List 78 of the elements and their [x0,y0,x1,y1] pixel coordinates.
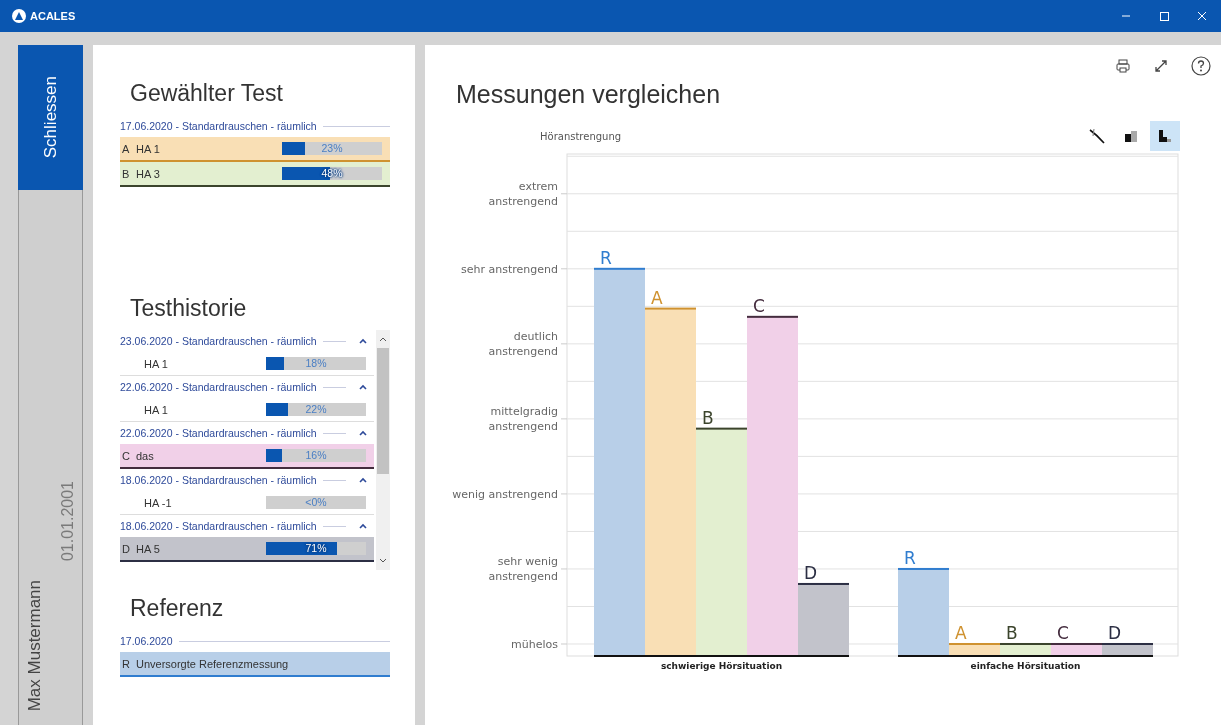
chevron-icon[interactable] [358,522,368,530]
group-header: 18.06.2020 - Standardrauschen - räumlich [120,520,317,532]
section-heading: Testhistorie [130,294,247,323]
list-row[interactable]: HA -1 <0% [120,491,374,515]
bar-label: C [1057,623,1069,643]
scroll-down-icon[interactable] [379,558,387,564]
side-tab[interactable]: Schliessen [18,45,83,190]
logo-icon [12,9,26,23]
bar-label: D [1108,623,1122,643]
birth-date: 01.01.2001 [58,480,77,561]
line-chart-icon [1088,127,1106,145]
axis-tick-label: sehr wenig anstrengend [488,555,558,584]
section-heading: Referenz [130,594,224,623]
list-row[interactable]: HA 1 18% [120,352,374,376]
axis-tick-label: mühelos [511,638,558,651]
expand-icon[interactable] [1153,58,1169,74]
row-name: HA 1 [143,403,169,416]
app-title: ACALES [30,10,76,22]
group-header: 17.06.2020 [120,635,173,647]
percent-label: <0% [304,496,328,509]
bar-label: C [753,295,765,316]
percent-label: 23% [320,142,344,155]
maximize-icon[interactable] [1158,10,1170,22]
list-row[interactable]: C das 16% [120,444,374,469]
chevron-icon[interactable] [358,337,368,345]
row-letter: C [122,449,131,462]
section-heading: Gewählter Test [130,79,283,108]
chevron-icon[interactable] [358,383,368,391]
bar-label: R [600,247,612,268]
scroll-up-icon[interactable] [379,336,387,342]
axis-title: Höranstrengung [540,130,623,142]
side-tab[interactable]: Max Mustermann 01.01.2001 [18,190,83,725]
row-name: HA 1 [136,142,161,155]
scrollbar-thumb[interactable] [377,348,389,474]
group-header: 17.06.2020 - Standardrauschen - räumlich [120,120,317,132]
percent-label: 22% [304,403,328,416]
list-row[interactable]: A HA 1 23% [120,137,390,162]
percent-label: 18% [304,357,328,370]
axis-tick-label: mittelgradig anstrengend [488,405,558,434]
row-name: HA 3 [136,167,161,180]
list-row[interactable]: D HA 5 71% [120,537,374,562]
category-label: schwierige Hörsituation [660,661,783,671]
row-name: HA -1 [143,496,173,509]
group-header: 18.06.2020 - Standardrauschen - räumlich [120,474,317,486]
chevron-icon[interactable] [358,476,368,484]
row-name: das [136,449,155,462]
bar-label: D [804,562,818,583]
group-header: 23.06.2020 - Standardrauschen - räumlich [120,335,317,347]
bar-label: B [702,407,714,428]
bar-label: A [955,623,967,643]
group-header: 22.06.2020 - Standardrauschen - räumlich [120,381,317,393]
row-letter: A [122,142,131,155]
print-icon[interactable] [1115,58,1131,74]
chart-type-button[interactable] [1150,121,1180,151]
list-row[interactable]: HA 1 22% [120,398,374,422]
row-name: HA 1 [143,357,169,370]
chart-heading: Messungen vergleichen [456,79,721,109]
bar-label: R [904,547,916,568]
axis-tick-label: deutlich anstrengend [488,330,558,359]
axis-tick-label: sehr anstrengend [461,262,558,276]
chevron-icon[interactable] [358,429,368,437]
percent-label: 71% [304,542,328,555]
bar-label: A [651,287,663,308]
bar-chart-icon [1156,127,1174,145]
row-name: Unversorgte Referenzmessung [136,657,290,670]
category-label: einfache Hörsituation [970,661,1081,671]
row-letter: R [122,657,131,670]
group-header: 22.06.2020 - Standardrauschen - räumlich [120,427,317,439]
row-name: HA 5 [136,542,161,555]
axis-tick-label: wenig anstrengend [452,487,558,501]
axis-tick-label: extrem anstrengend [488,180,558,209]
row-letter: D [122,542,131,555]
percent-label: 16% [304,449,328,462]
row-letter: B [122,167,131,180]
bar-label: B [1006,623,1018,643]
list-row[interactable]: R Unversorgte Referenzmessung [120,652,390,677]
close-icon[interactable] [1196,10,1208,22]
help-icon[interactable] [1191,56,1211,76]
